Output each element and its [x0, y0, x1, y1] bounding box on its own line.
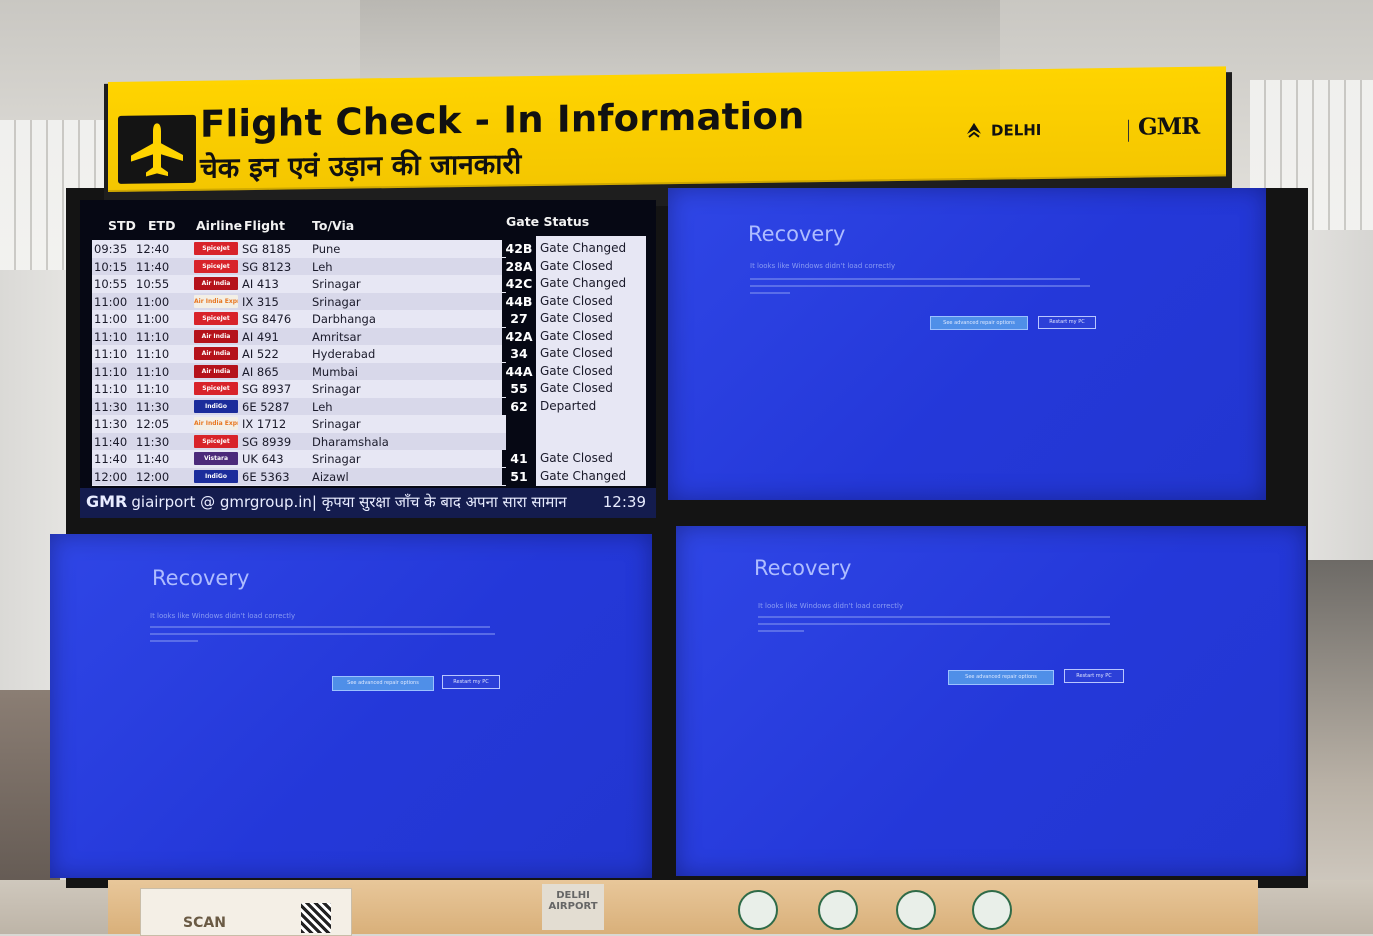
gate-status: Gate Closed: [540, 381, 613, 395]
gate-number: 44B: [502, 292, 536, 310]
recovery-body-text: [750, 292, 790, 294]
badge-icon: [896, 890, 936, 930]
header-airline: Airline: [196, 218, 243, 233]
gate-number: 62: [502, 397, 536, 415]
scan-panel: SCAN: [140, 888, 352, 936]
kiosk-base: SCAN DELHI AIRPORT: [108, 880, 1258, 936]
header-to-via: To/Via: [312, 218, 355, 233]
badge-icon: [818, 890, 858, 930]
gate-number: 51: [502, 467, 536, 485]
recovery-body-text: [750, 278, 1080, 280]
advanced-repair-button[interactable]: See advanced repair options: [332, 676, 434, 691]
gate-number: 42C: [502, 275, 536, 292]
recovery-body-text: [750, 285, 1090, 287]
recovery-title: Recovery: [748, 222, 846, 246]
news-ticker: GMR giairport @ gmrgroup.in| कृपया सुरक्ष…: [80, 488, 656, 518]
recovery-body-text: [150, 626, 490, 628]
delhi-airport-logo: DELHI: [963, 109, 1041, 152]
restart-button[interactable]: Restart my PC: [1064, 669, 1124, 683]
airplane-icon-box: [118, 114, 196, 184]
gate-number: 55: [502, 380, 536, 397]
ticker-text: giairport @ gmrgroup.in| कृपया सुरक्षा ज…: [131, 493, 567, 511]
logo-divider: [1128, 119, 1129, 142]
gate-number: 42A: [502, 327, 536, 345]
header-etd: ETD: [148, 218, 176, 233]
airport-name: DELHI: [991, 120, 1042, 140]
recovery-body-text: [150, 640, 198, 642]
qr-code-icon: [301, 903, 331, 933]
gate-status: Departed: [540, 398, 597, 413]
gate-layer: 42B Gate Changed 28A Gate Closed 42C Gate Cha…: [80, 236, 656, 488]
recovery-body-text: [758, 630, 804, 632]
airplane-icon: [131, 123, 183, 177]
gate-number: 41: [502, 450, 536, 467]
gate-status: Gate Changed: [540, 468, 627, 483]
recovery-screen-top-right: Recovery It looks like Windows didn't lo…: [668, 188, 1266, 500]
recovery-subtitle: It looks like Windows didn't load correc…: [758, 602, 904, 610]
header-flight: Flight: [244, 218, 285, 233]
gate-status: Gate Changed: [540, 241, 627, 255]
badge-icon: [738, 890, 778, 930]
recovery-screen-bottom-left: Recovery It looks like Windows didn't lo…: [50, 534, 652, 878]
recovery-subtitle: It looks like Windows didn't load correc…: [150, 612, 296, 620]
header-std: STD: [108, 218, 136, 233]
flight-info-sign: Flight Check - In Information चेक इन एवं…: [108, 66, 1226, 192]
gate-status: Gate Closed: [540, 258, 613, 273]
restart-button[interactable]: Restart my PC: [442, 675, 500, 689]
gate-status: Gate Closed: [540, 293, 613, 308]
scan-label: SCAN: [183, 915, 226, 931]
advanced-repair-button[interactable]: See advanced repair options: [930, 316, 1028, 330]
delhi-logo-icon: [967, 122, 981, 138]
advanced-repair-button[interactable]: See advanced repair options: [948, 670, 1054, 685]
ticker-time: 12:39: [602, 493, 646, 511]
gate-status: Gate Closed: [540, 363, 613, 378]
sign-title: Flight Check - In Information: [200, 94, 805, 146]
recovery-body-text: [150, 633, 495, 635]
gate-status: Gate Changed: [540, 276, 627, 290]
recovery-subtitle: It looks like Windows didn't load correc…: [750, 262, 896, 270]
gate-status: Gate Closed: [540, 346, 613, 360]
restart-button[interactable]: Restart my PC: [1038, 316, 1096, 329]
gate-number: 44A: [502, 362, 536, 380]
gate-number: 34: [502, 345, 536, 362]
gate-number: 27: [502, 310, 536, 327]
sign-title-hindi: चेक इन एवं उड़ान की जानकारी: [200, 147, 522, 185]
gmr-logo: GMR: [1138, 112, 1200, 141]
gate-number: 28A: [502, 257, 536, 275]
recovery-title: Recovery: [152, 566, 250, 590]
header-gate-status: Gate Status: [506, 214, 590, 229]
recovery-screen-bottom-right: Recovery It looks like Windows didn't lo…: [676, 526, 1306, 876]
gate-number: 42B: [502, 240, 536, 257]
flight-board: STD ETD Airline Flight To/Via Gate Statu…: [80, 200, 656, 518]
recovery-body-text: [758, 616, 1110, 618]
recovery-title: Recovery: [754, 556, 852, 580]
badge-icon: [972, 890, 1012, 930]
gate-status: Gate Closed: [540, 328, 613, 343]
gate-status: Gate Closed: [540, 451, 613, 465]
delhi-airport-logo: DELHI AIRPORT: [542, 884, 604, 930]
recovery-body-text: [758, 623, 1110, 625]
gate-status: Gate Closed: [540, 311, 613, 325]
ticker-brand: GMR: [86, 492, 128, 511]
